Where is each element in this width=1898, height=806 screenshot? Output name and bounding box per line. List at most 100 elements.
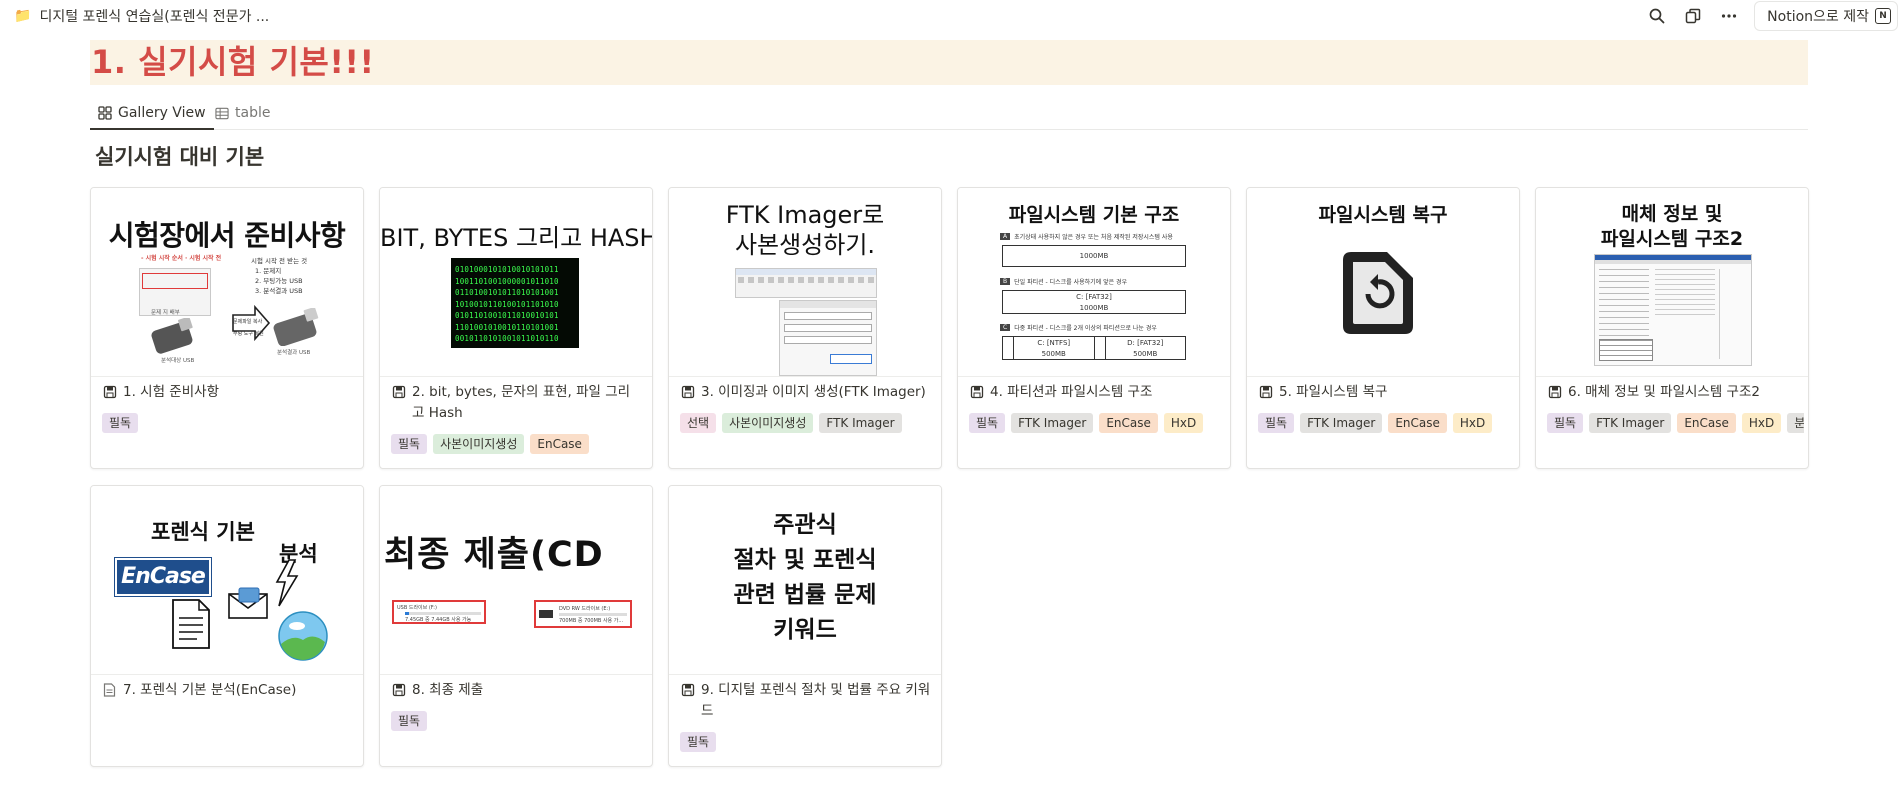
tag: FTK Imager <box>1300 413 1383 433</box>
usb-drive-icon <box>273 308 319 346</box>
card-cover-1: 시험장에서 준비사항 - 시험 시작 순서 · 시험 시작 전 시험 시작 전 … <box>91 188 363 377</box>
card-title-1[interactable]: 1. 시험 준비사항 <box>103 382 353 406</box>
cover-screenshot-dialog <box>779 300 877 376</box>
gallery-card-9[interactable]: 주관식 절차 및 포렌식 관련 법률 문제 키워드 9. 디지털 포렌식 절차 … <box>668 485 942 767</box>
more-options-icon[interactable] <box>1718 5 1740 27</box>
floppy-disk-icon <box>1259 385 1273 406</box>
tab-gallery-view[interactable]: Gallery View <box>90 97 214 130</box>
cover-headline: 매체 정보 및 파일시스템 구조2 <box>1600 203 1744 250</box>
card-cover-4: 파일시스템 기본 구조 A 초기상태 사용하지 않은 경우 또는 처음 제작된 저… <box>958 188 1230 377</box>
built-with-notion-label: Notion으로 제작 <box>1767 9 1869 25</box>
tag: EnCase <box>1388 413 1447 433</box>
tag: FTK Imager <box>1011 413 1094 433</box>
floppy-disk-icon <box>1548 385 1562 406</box>
top-bar: 📁 디지털 포렌식 연습실(포렌식 전문가 ... Notion으로 제작 N <box>0 0 1898 32</box>
tag: 필독 <box>1258 413 1295 433</box>
tab-gallery-view-label: Gallery View <box>118 105 206 121</box>
tag: EnCase <box>1677 413 1736 433</box>
lightning-icon <box>275 559 299 607</box>
gallery-card-5[interactable]: 파일시스템 복구 5. 파일시스템 복구 필독 FTK Imager EnCas… <box>1246 187 1520 469</box>
tag: 필독 <box>391 711 428 731</box>
gallery-icon <box>98 106 112 120</box>
cover-headline: 포렌식 기본 <box>151 520 255 544</box>
card-title-6[interactable]: 6. 매체 정보 및 파일시스템 구조2 <box>1548 382 1798 406</box>
floppy-disk-icon <box>970 385 984 406</box>
card-title-8[interactable]: 8. 최종 제출 <box>392 680 642 704</box>
gallery-card-6[interactable]: 매체 정보 및 파일시스템 구조2 6. 매체 정보 및 파일시스템 구조2 필… <box>1535 187 1809 469</box>
cover-headline: 최종 제출(CD <box>384 535 604 575</box>
card-cover-6: 매체 정보 및 파일시스템 구조2 <box>1536 188 1808 377</box>
card-cover-2: BIT, BYTES 그리고 HASH 01010001010100101010… <box>380 188 652 377</box>
tag: FTK Imager <box>819 413 902 433</box>
card-title-7[interactable]: 7. 포렌식 기본 분석(EnCase) <box>103 680 353 704</box>
tab-table[interactable]: table <box>207 97 278 129</box>
gallery-card-4[interactable]: 파일시스템 기본 구조 A 초기상태 사용하지 않은 경우 또는 처음 제작된 저… <box>957 187 1231 469</box>
page-heading: 1. 실기시험 기본!!! <box>90 40 1808 85</box>
cover-headline: 파일시스템 기본 구조 <box>1008 204 1180 226</box>
globe-landscape-icon <box>278 611 328 661</box>
floppy-disk-icon <box>392 385 406 424</box>
gallery-card-7[interactable]: 포렌식 기본 분석 EnCase 7. 포렌식 기본 분석(EnCase) <box>90 485 364 767</box>
cover-screenshot <box>1594 254 1752 366</box>
card-title-3[interactable]: 3. 이미징과 이미지 생성(FTK Imager) <box>681 382 931 406</box>
search-icon[interactable] <box>1646 5 1668 27</box>
card-title-4[interactable]: 4. 파티션과 파일시스템 구조 <box>970 382 1220 406</box>
tag: HxD <box>1452 413 1493 433</box>
top-actions: Notion으로 제작 N <box>1646 1 1898 31</box>
gallery-card-3[interactable]: FTK Imager로 사본생성하기. 3. 이미징과 이미지 생성(FTK I… <box>668 187 942 469</box>
card-cover-8: 최종 제출(CD USB 드라이브 (F:) 7.45GB 중 7.44GB 사… <box>380 486 652 675</box>
tag: FTK Imager <box>1589 413 1672 433</box>
tag: HxD <box>1163 413 1204 433</box>
file-restore-icon <box>1343 252 1413 334</box>
cover-screenshot-window <box>735 268 877 298</box>
floppy-disk-icon <box>103 385 117 406</box>
card-tags-5: 필독 FTK Imager EnCase HxD <box>1258 413 1515 433</box>
breadcrumb[interactable]: 📁 디지털 포렌식 연습실(포렌식 전문가 ... <box>14 6 269 26</box>
gallery-card-2[interactable]: BIT, BYTES 그리고 HASH 01010001010100101010… <box>379 187 653 469</box>
cover-headline: BIT, BYTES 그리고 HASH <box>380 224 652 252</box>
card-cover-5: 파일시스템 복구 <box>1247 188 1519 377</box>
duplicate-icon[interactable] <box>1682 5 1704 27</box>
gallery-card-8[interactable]: 최종 제출(CD USB 드라이브 (F:) 7.45GB 중 7.44GB 사… <box>379 485 653 767</box>
cover-checklist: 시험 시작 전 받는 것 1. 문제지 2. 부팅가능 USB 3. 분석결과 … <box>251 257 308 295</box>
tag: 사본이미지생성 <box>433 434 525 454</box>
card-tags-6: 필독 FTK Imager EnCase HxD 분석문서 <box>1547 413 1804 433</box>
card-tags-4: 필독 FTK Imager EnCase HxD <box>969 413 1226 433</box>
card-tags-2: 필독 사본이미지생성 EnCase <box>391 434 648 454</box>
card-title-5[interactable]: 5. 파일시스템 복구 <box>1259 382 1509 406</box>
view-tabs: Gallery View table <box>90 97 1808 130</box>
card-cover-7: 포렌식 기본 분석 EnCase <box>91 486 363 675</box>
tag: 필독 <box>969 413 1006 433</box>
cover-headline: 주관식 절차 및 포렌식 관련 법률 문제 키워드 <box>733 512 877 643</box>
card-title-2[interactable]: 2. bit, bytes, 문자의 표현, 파일 그리고 Hash <box>392 382 642 424</box>
cover-headline: 파일시스템 복구 <box>1318 204 1448 226</box>
card-cover-9: 주관식 절차 및 포렌식 관련 법률 문제 키워드 <box>669 486 941 675</box>
usb-drive-icon <box>151 318 193 354</box>
tag: 필독 <box>1547 413 1584 433</box>
notion-logo-icon: N <box>1875 8 1891 24</box>
tag: EnCase <box>1099 413 1158 433</box>
built-with-notion-button[interactable]: Notion으로 제작 N <box>1754 1 1898 31</box>
usb-drive-item: USB 드라이브 (F:) 7.45GB 중 7.44GB 사용 가능 <box>392 600 486 624</box>
gallery-section-title: 실기시험 대비 기본 <box>95 145 265 169</box>
tag: 선택 <box>680 413 717 433</box>
breadcrumb-page-title[interactable]: 디지털 포렌식 연습실(포렌식 전문가 ... <box>39 6 269 26</box>
tag: EnCase <box>530 434 589 454</box>
gallery-card-1[interactable]: 시험장에서 준비사항 - 시험 시작 순서 · 시험 시작 전 시험 시작 전 … <box>90 187 364 469</box>
folder-emoji-icon: 📁 <box>14 8 32 24</box>
tag: 분석문서 <box>1787 413 1804 433</box>
document-icon <box>172 599 210 649</box>
tag: HxD <box>1741 413 1782 433</box>
cover-binary-image: 0101000101010010101011 10011010010000010… <box>451 258 579 348</box>
cover-subtitle: - 시험 시작 순서 · 시험 시작 전 <box>141 255 222 262</box>
cover-partition-diagram: A 초기상태 사용하지 않은 경우 또는 처음 제작된 저장시스템 사용 1000… <box>1000 232 1188 360</box>
page-icon <box>103 683 117 704</box>
card-tags-1: 필독 <box>102 413 359 433</box>
card-tags-3: 선택 사본이미지생성 FTK Imager <box>680 413 937 433</box>
table-icon <box>215 106 229 120</box>
floppy-disk-icon <box>392 683 406 704</box>
tab-table-label: table <box>235 105 271 121</box>
cover-headline: FTK Imager로 사본생성하기. <box>725 201 885 259</box>
card-title-9[interactable]: 9. 디지털 포렌식 절차 및 법률 주요 키워드 <box>681 680 931 722</box>
cover-headline: 시험장에서 준비사항 <box>108 219 346 252</box>
